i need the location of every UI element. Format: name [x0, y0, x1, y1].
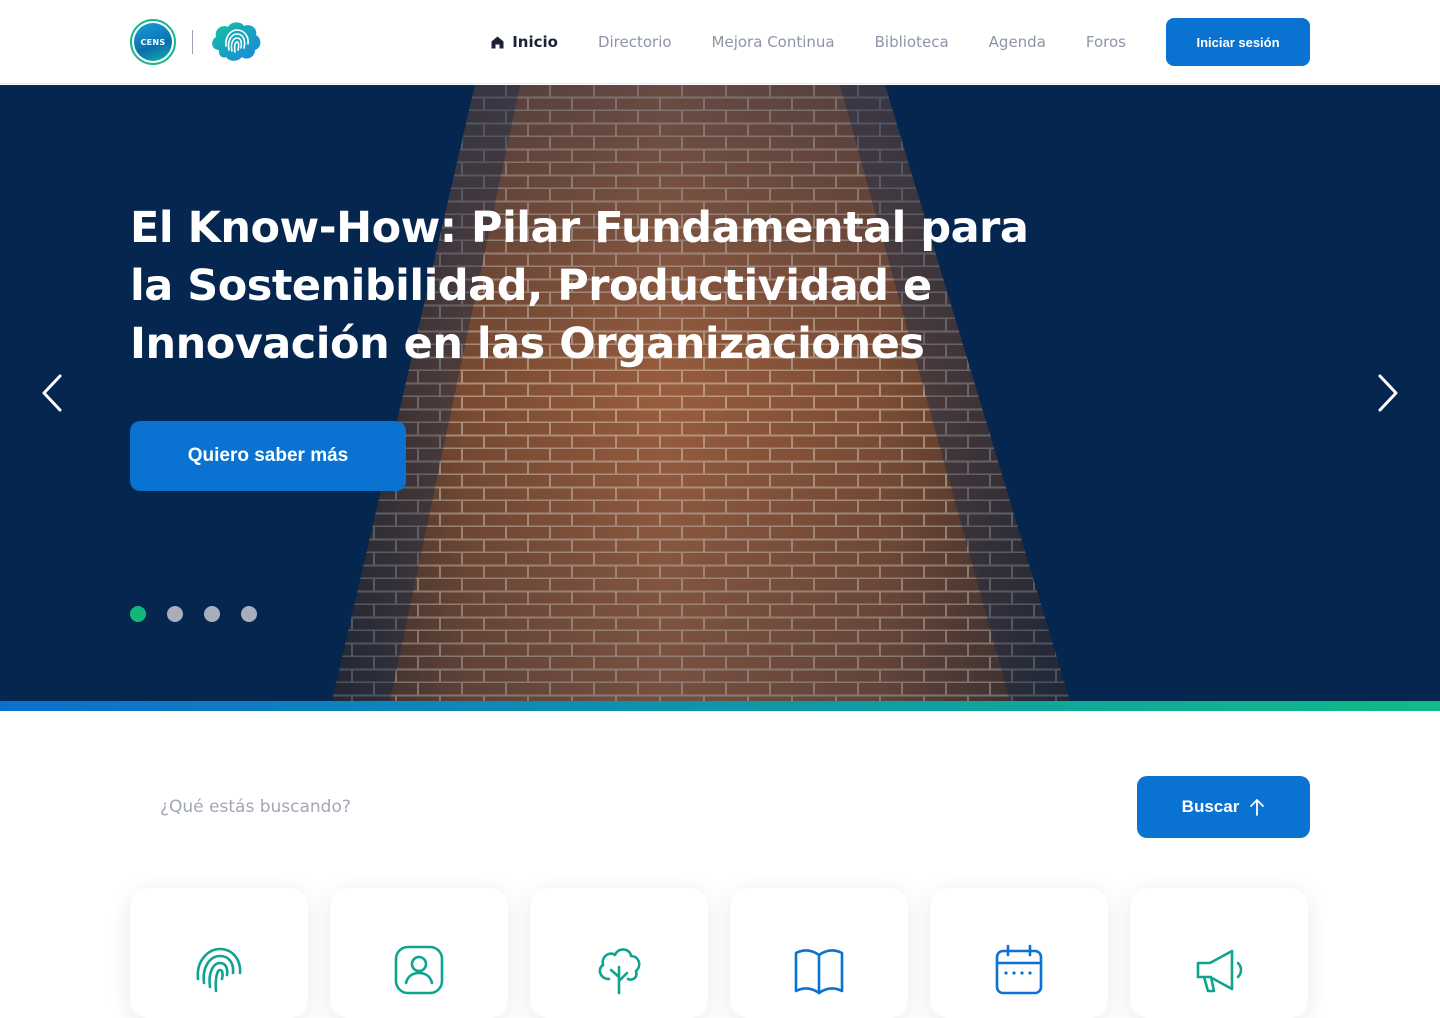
card-agenda[interactable]	[930, 888, 1108, 1018]
slider-dot-2[interactable]	[167, 606, 183, 622]
user-badge-icon	[394, 945, 444, 995]
search-input[interactable]	[130, 776, 1120, 838]
nav-item-agenda[interactable]: Agenda	[989, 33, 1046, 51]
chevron-right-icon	[1378, 374, 1398, 412]
nav-item-directorio[interactable]: Directorio	[598, 33, 672, 51]
slider-pagination	[130, 606, 257, 622]
slider-next-button[interactable]	[1368, 371, 1408, 415]
search-button-label: Buscar	[1181, 797, 1240, 816]
nav-item-mejora-continua[interactable]: Mejora Continua	[712, 33, 835, 51]
cens-logo[interactable]: CENS	[130, 19, 176, 65]
slider-dot-1[interactable]	[130, 606, 146, 622]
logo-group[interactable]: CENS	[130, 18, 263, 66]
site-header: CENS Inicio Directorio Mejora Continua B…	[0, 0, 1440, 84]
login-button[interactable]: Iniciar sesión	[1166, 18, 1310, 66]
card-fingerprint[interactable]	[130, 888, 308, 1018]
cloud-tree-icon	[598, 948, 641, 995]
learn-more-button[interactable]: Quiero saber más	[130, 421, 406, 491]
knowledge-brain-logo-icon	[212, 22, 261, 61]
book-icon	[794, 949, 844, 995]
card-directory[interactable]	[330, 888, 508, 1018]
slider-dot-4[interactable]	[241, 606, 257, 622]
card-library[interactable]	[730, 888, 908, 1018]
card-forums[interactable]	[1130, 888, 1308, 1018]
chevron-left-icon	[42, 374, 62, 412]
search-button[interactable]: Buscar	[1137, 776, 1310, 838]
hero-accent-bar	[0, 701, 1440, 711]
category-cards	[130, 888, 1310, 1018]
cens-logo-text: CENS	[134, 23, 172, 61]
fingerprint-icon	[196, 947, 242, 993]
main-nav: Inicio Directorio Mejora Continua Biblio…	[491, 0, 1126, 84]
nav-item-biblioteca[interactable]: Biblioteca	[875, 33, 949, 51]
nav-item-label: Mejora Continua	[711, 33, 835, 51]
nav-item-foros[interactable]: Foros	[1086, 33, 1126, 51]
nav-item-label: Agenda	[988, 33, 1046, 51]
slider-prev-button[interactable]	[32, 371, 72, 415]
logo-divider	[192, 30, 193, 54]
home-icon	[491, 36, 504, 48]
nav-item-label: Foros	[1085, 33, 1126, 51]
megaphone-icon	[1196, 949, 1243, 993]
nav-item-label: Directorio	[597, 33, 672, 51]
nav-item-label: Inicio	[512, 33, 558, 51]
nav-item-label: Biblioteca	[874, 33, 949, 51]
arrow-up-icon	[1250, 799, 1265, 816]
calendar-icon	[995, 944, 1043, 995]
hero-title: El Know-How: Pilar Fundamental para la S…	[130, 203, 1029, 369]
nav-item-inicio[interactable]: Inicio	[491, 33, 558, 51]
card-continuous-improvement[interactable]	[530, 888, 708, 1018]
hero-slider: El Know-How: Pilar Fundamental para la S…	[0, 85, 1440, 701]
slider-dot-3[interactable]	[204, 606, 220, 622]
